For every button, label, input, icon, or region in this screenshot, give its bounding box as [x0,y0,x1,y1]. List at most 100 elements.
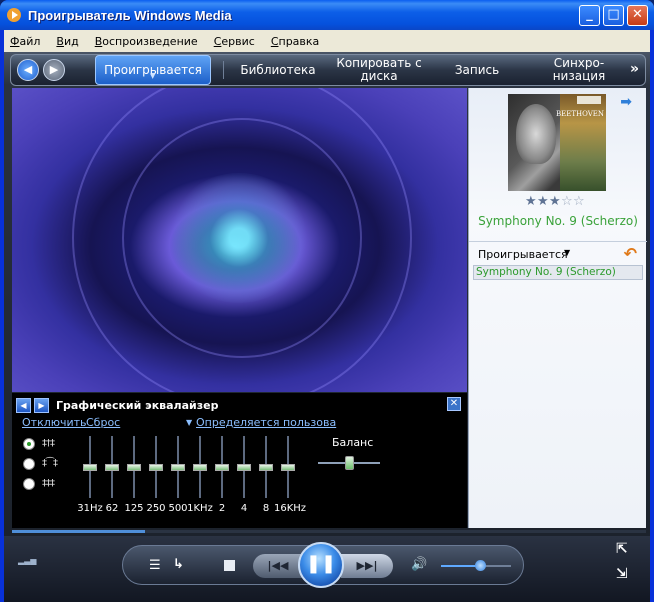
minimize-button[interactable]: _ [579,5,600,26]
eq-band-slider[interactable] [102,436,122,498]
eq-band-thumb[interactable] [215,464,229,471]
viz-particle-sphere [167,173,311,303]
equalizer-header: ◀ ▶ Графический эквалайзер [16,397,218,413]
stop-button[interactable] [224,560,235,571]
eq-band-label: 16KHz [274,503,307,514]
album-art-panel [560,94,606,191]
chevron-down-icon[interactable]: ▼ [186,418,192,427]
eq-band-slider[interactable] [234,436,254,498]
forward-button[interactable]: ▶ [43,59,65,81]
album-art-composer: BEETHOVEN [555,110,604,118]
wmp-window: Проигрыватель Windows Media _ □ ✕ Файл В… [0,0,654,602]
balance-slider[interactable] [345,456,354,470]
repeat-button[interactable]: ↳ [173,557,184,572]
menu-help[interactable]: Справка [271,35,319,48]
eq-mode-radio[interactable] [23,458,35,470]
feature-taskbar: ◀ ▶ Проигрывается ▼ Библиотека Копироват… [10,54,646,86]
equalizer-panel: ◀ ▶ Графический эквалайзер ✕ Отключить С… [12,393,467,528]
eq-band-thumb[interactable] [281,464,295,471]
close-button[interactable]: ✕ [627,5,648,26]
visualization[interactable] [12,88,467,392]
more-tabs-icon[interactable]: » [630,61,639,77]
close-icon[interactable]: ✕ [447,397,461,411]
album-art[interactable]: BEETHOVEN [508,94,606,191]
playlist-header: Проигрывается ▼ ↶ [469,241,647,265]
menu-bar: Файл Вид Воспроизведение Сервис Справка [4,30,650,52]
eq-preset-dropdown[interactable]: Определяется пользова [196,416,336,429]
eq-band-slider[interactable] [124,436,144,498]
star-icon[interactable]: ☆ [561,195,573,208]
eq-band-slider[interactable] [278,436,298,498]
fullscreen-button[interactable]: ⇲ [616,566,628,582]
eq-band-slider[interactable] [168,436,188,498]
eq-band-slider[interactable] [256,436,276,498]
transport-controls: ☰ ↳ |◀◀ ▶▶| ❚❚ 🔊 [122,542,524,588]
star-icon[interactable]: ★ [525,195,537,208]
divider [223,61,224,79]
status-icon: ▂▃▅ [18,556,37,565]
eq-band-thumb[interactable] [259,464,273,471]
eq-mode-radio[interactable] [23,438,35,450]
playlist-item[interactable]: Symphony No. 9 (Scherzo) [473,265,643,280]
maximize-button[interactable]: □ [603,5,624,26]
star-rating[interactable]: ★ ★ ★ ☆ ☆ [525,195,585,208]
track-title: Symphony No. 9 (Scherzo) [478,214,638,228]
wmp-app-icon [7,8,21,22]
volume-fill [441,565,480,567]
eq-band-thumb[interactable] [193,464,207,471]
title-bar[interactable]: Проигрыватель Windows Media _ □ ✕ [0,0,654,30]
eq-reset-link[interactable]: Сброс [86,416,120,429]
eq-mode-radio[interactable] [23,478,35,490]
next-button[interactable]: ▶▶| [341,554,393,578]
now-playing-pane: BEETHOVEN ➡ ★ ★ ★ ☆ ☆ Symphony No. 9 (Sc… [468,88,647,528]
seek-bar[interactable] [12,530,646,533]
tab-sync[interactable]: Синхро- низация [539,55,619,85]
chevron-down-icon[interactable]: ▼ [564,248,570,257]
album-art-label [577,96,601,104]
volume-slider[interactable] [474,560,486,571]
mute-button[interactable]: 🔊 [411,557,427,572]
menu-tools[interactable]: Сервис [214,35,255,48]
eq-band-thumb[interactable] [127,464,141,471]
star-icon[interactable]: ☆ [573,195,585,208]
balance-label: Баланс [332,436,374,449]
seek-progress [12,530,146,533]
tab-rip[interactable]: Копировать с диска [333,55,425,85]
eq-band-thumb[interactable] [171,464,185,471]
menu-view[interactable]: Вид [56,35,78,48]
eq-mode-tight-icon: ‡⁀‡ [42,458,58,469]
previous-button[interactable]: |◀◀ [253,554,303,578]
back-button[interactable]: ◀ [17,59,39,81]
eq-band-slider[interactable] [212,436,232,498]
tab-burn[interactable]: Запись [441,55,513,85]
pause-button[interactable]: ❚❚ [298,542,344,588]
eq-band-thumb[interactable] [237,464,251,471]
equalizer-title: Графический эквалайзер [56,398,219,412]
shuffle-button[interactable]: ☰ [149,558,161,573]
compact-mode-button[interactable]: ⇱ [616,541,628,557]
eq-band-thumb[interactable] [149,464,163,471]
album-art-portrait [516,104,556,164]
next-setting-icon[interactable]: ▶ [34,397,49,413]
eq-band-slider[interactable] [146,436,166,498]
prev-setting-icon[interactable]: ◀ [16,397,31,413]
tab-library[interactable]: Библиотека [233,55,323,85]
arrow-right-icon[interactable]: ➡ [620,94,632,110]
player-area: ◀ ▶ Проигрывается ▼ Библиотека Копироват… [4,52,650,602]
eq-band-slider[interactable] [80,436,100,498]
menu-play[interactable]: Воспроизведение [95,35,198,48]
menu-file[interactable]: Файл [10,35,40,48]
transport-bar: ▂▃▅ ☰ ↳ |◀◀ ▶▶| ❚❚ 🔊 ⇱ ⇲ [4,536,650,602]
tab-now-playing[interactable]: Проигрывается ▼ [95,55,211,85]
eq-band-thumb[interactable] [105,464,119,471]
playlist-menu[interactable]: Проигрывается [478,248,568,261]
star-icon[interactable]: ★ [537,195,549,208]
eq-disable-link[interactable]: Отключить [22,416,87,429]
undo-icon[interactable]: ↶ [624,244,637,263]
eq-band-thumb[interactable] [83,464,97,471]
eq-band-slider[interactable] [190,436,210,498]
chevron-down-icon[interactable]: ▼ [150,70,155,83]
star-icon[interactable]: ★ [549,195,561,208]
eq-mode-free-icon: ‡†‡ [42,438,55,449]
eq-mode-loose-icon: ‡‡‡ [42,478,55,489]
